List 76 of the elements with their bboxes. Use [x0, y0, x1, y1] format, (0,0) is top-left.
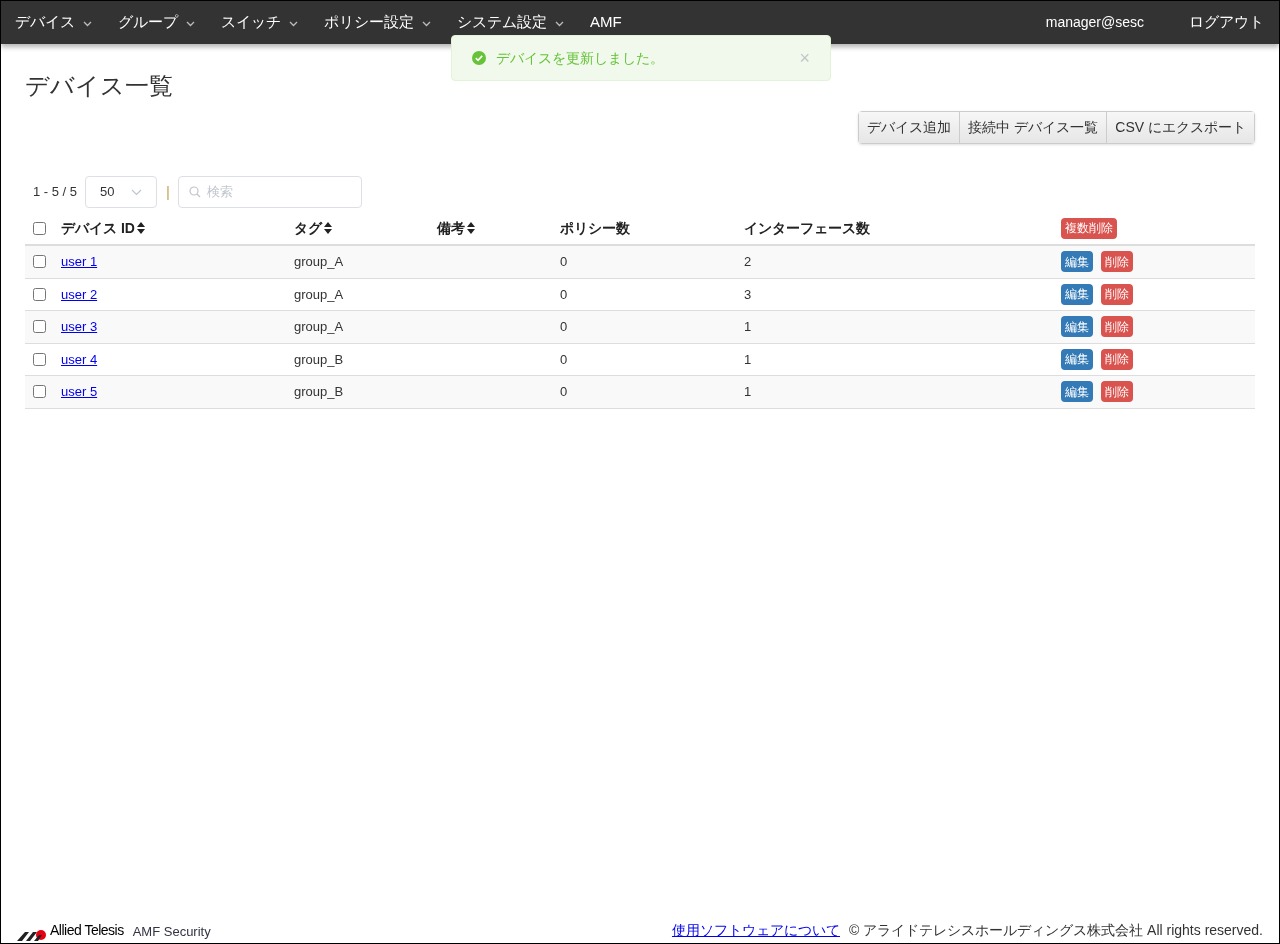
per-page-select[interactable]: 50	[85, 176, 158, 208]
software-link[interactable]: 使用ソフトウェアについて	[671, 920, 840, 941]
brand-name: Allied Telesis	[50, 921, 124, 940]
device-link[interactable]: user 5	[61, 384, 98, 399]
nav-menu-item[interactable]: グループ	[118, 11, 195, 34]
table-cell-text: 2	[744, 253, 753, 271]
caret-icon	[83, 20, 92, 27]
edit-button[interactable]: 編集	[1061, 316, 1093, 338]
delete-button[interactable]: 削除	[1101, 283, 1133, 305]
bulk-delete-button[interactable]: 複数削除	[1061, 217, 1117, 239]
search-field[interactable]: 検索	[178, 176, 362, 208]
check-circle-icon	[472, 51, 486, 65]
delete-button[interactable]: 削除	[1101, 316, 1133, 338]
edit-button[interactable]: 編集	[1061, 381, 1093, 403]
search-icon	[189, 186, 201, 198]
sort-icon[interactable]	[136, 222, 145, 234]
action-button[interactable]: CSV にエクスポート	[1106, 112, 1254, 143]
table-cell-text: group_B	[294, 383, 345, 401]
nav-menu-item[interactable]: スイッチ	[221, 11, 298, 34]
edit-button[interactable]: 編集	[1061, 283, 1093, 305]
caret-icon	[555, 20, 564, 27]
caret-icon	[289, 20, 298, 27]
row-checkbox[interactable]	[33, 287, 46, 301]
table-cell-text: 0	[560, 318, 569, 336]
nav-menu-item[interactable]: システム設定	[457, 11, 564, 34]
table-cell-text: 0	[560, 285, 569, 304]
row-checkbox[interactable]	[33, 255, 46, 269]
nav-menu-item[interactable]: ポリシー設定	[324, 11, 431, 34]
row-checkbox[interactable]	[33, 320, 46, 334]
column-header[interactable]: 備考	[437, 217, 465, 239]
nav-menu-item[interactable]: AMF	[590, 11, 622, 34]
table-cell-text: group_A	[294, 285, 345, 304]
copyright-text: © アライドテレシスホールディングス株式会社 All rights reserved.	[848, 921, 1263, 940]
nav-menu-item[interactable]: デバイス	[15, 11, 92, 34]
device-link[interactable]: user 1	[61, 254, 98, 269]
row-checkbox[interactable]	[33, 352, 46, 366]
sort-icon[interactable]	[324, 222, 332, 234]
table-cell-text: 1	[744, 350, 753, 369]
delete-button[interactable]: 削除	[1101, 251, 1133, 273]
table-cell-text: 0	[560, 253, 569, 271]
record-range: 1 - 5 / 5	[33, 183, 78, 202]
caret-icon	[186, 20, 195, 27]
user-name[interactable]: manager@sesc	[1045, 12, 1144, 33]
row-checkbox[interactable]	[33, 385, 46, 399]
logout-link[interactable]: ログアウト	[1189, 11, 1264, 34]
table-cell-text: group_A	[294, 253, 345, 271]
column-header: インターフェース数	[744, 218, 870, 238]
edit-button[interactable]: 編集	[1061, 251, 1093, 273]
table-cell-text: 3	[744, 285, 753, 304]
table-cell-text: group_A	[294, 318, 345, 336]
chevron-down-icon	[131, 188, 143, 196]
table-cell-text: 1	[744, 383, 753, 401]
search-input[interactable]: 検索	[207, 182, 347, 202]
edit-button[interactable]: 編集	[1061, 348, 1093, 370]
action-button[interactable]: 接続中 デバイス一覧	[959, 112, 1107, 143]
row-checkbox[interactable]	[33, 221, 46, 235]
delete-button[interactable]: 削除	[1101, 348, 1133, 370]
page-title: デバイス一覧	[25, 71, 174, 101]
table-cell-text: group_B	[294, 350, 345, 369]
table-cell-text: 0	[560, 350, 569, 369]
caret-icon	[422, 20, 431, 27]
device-link[interactable]: user 4	[61, 351, 98, 367]
column-header[interactable]: タグ	[294, 217, 322, 239]
column-header[interactable]: デバイス ID	[61, 217, 135, 239]
separator: |	[166, 181, 170, 202]
table-cell-text: 1	[744, 318, 753, 336]
column-header: ポリシー数	[560, 218, 630, 238]
action-button[interactable]: デバイス追加	[859, 112, 960, 143]
delete-button[interactable]: 削除	[1101, 381, 1133, 403]
logo-icon	[17, 929, 47, 941]
toast-message: デバイスを更新しました。	[496, 48, 664, 68]
device-link[interactable]: user 3	[61, 319, 98, 334]
device-link[interactable]: user 2	[61, 286, 98, 302]
product-name: AMF Security	[132, 922, 211, 941]
sort-icon[interactable]	[467, 222, 475, 234]
table-cell-text: 0	[560, 383, 569, 401]
